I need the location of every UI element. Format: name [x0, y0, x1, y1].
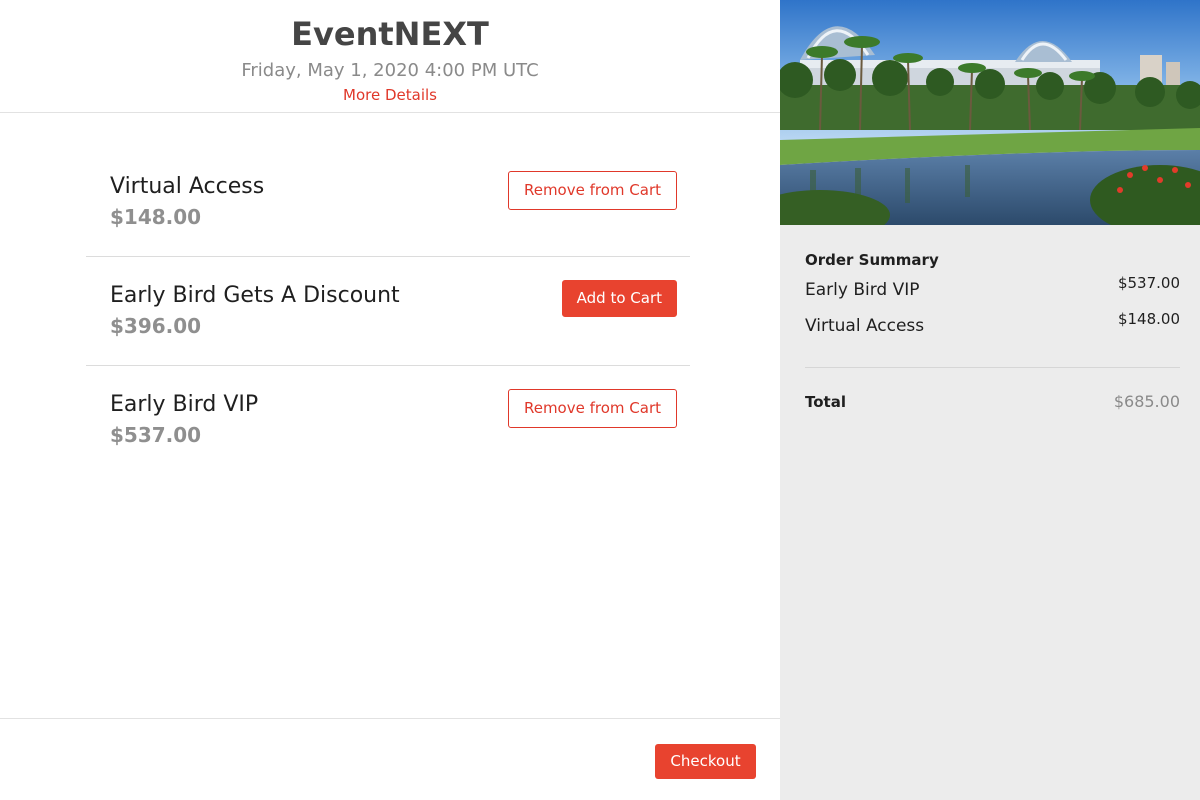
ticket-row: Virtual Access $148.00 Remove from Cart	[86, 148, 690, 257]
more-details-link[interactable]: More Details	[0, 85, 780, 105]
add-to-cart-button[interactable]: Add to Cart	[561, 280, 677, 317]
summary-divider	[805, 367, 1180, 368]
venue-photo-illustration	[780, 0, 1200, 225]
ticket-price: $537.00	[110, 423, 202, 447]
ticket-price: $396.00	[110, 314, 202, 338]
checkout-footer: Checkout	[0, 718, 780, 800]
ticket-price: $148.00	[110, 205, 202, 229]
event-header: EventNEXT Friday, May 1, 2020 4:00 PM UT…	[0, 0, 780, 113]
remove-from-cart-button[interactable]: Remove from Cart	[507, 171, 677, 210]
order-summary-sidebar: Order Summary Early Bird VIP $537.00 Vir…	[780, 0, 1200, 800]
total-label: Total	[805, 393, 846, 411]
summary-item-name: Early Bird VIP	[805, 280, 920, 300]
summary-item-price: $148.00	[1117, 310, 1180, 328]
checkout-button[interactable]: Checkout	[655, 744, 756, 779]
total-value: $685.00	[1113, 392, 1180, 411]
summary-item-price: $537.00	[1117, 274, 1180, 292]
ticket-name: Early Bird Gets A Discount	[110, 283, 400, 308]
summary-line-item: Virtual Access $148.00	[805, 306, 1180, 342]
summary-item-name: Virtual Access	[805, 316, 925, 336]
event-date: Friday, May 1, 2020 4:00 PM UTC	[241, 60, 539, 81]
ticket-list: Virtual Access $148.00 Remove from Cart …	[86, 148, 690, 475]
ticket-row: Early Bird VIP $537.00 Remove from Cart	[86, 366, 690, 475]
venue-photo	[780, 0, 1200, 225]
ticket-row: Early Bird Gets A Discount $396.00 Add t…	[86, 257, 690, 366]
ticket-name: Virtual Access	[110, 174, 265, 199]
remove-from-cart-button[interactable]: Remove from Cart	[507, 389, 677, 428]
ticket-name: Early Bird VIP	[110, 392, 259, 417]
order-summary: Order Summary Early Bird VIP $537.00 Vir…	[805, 250, 1180, 342]
ticket-selection-panel: EventNEXT Friday, May 1, 2020 4:00 PM UT…	[0, 0, 780, 800]
summary-line-item: Early Bird VIP $537.00	[805, 270, 1180, 306]
order-summary-title: Order Summary	[805, 251, 939, 269]
event-title: EventNEXT	[291, 15, 489, 53]
